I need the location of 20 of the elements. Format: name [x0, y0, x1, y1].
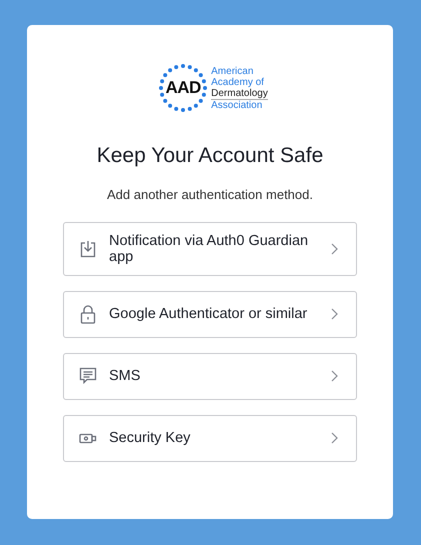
- page-title: Keep Your Account Safe: [96, 143, 324, 168]
- chevron-right-icon: [331, 308, 338, 320]
- subtitle: Add another authentication method.: [106, 186, 314, 204]
- logo-text: Association: [211, 100, 264, 110]
- chevron-right-icon: [331, 432, 338, 444]
- lock-icon: [80, 304, 96, 324]
- auth-method-button[interactable]: Security Key: [63, 414, 357, 462]
- usb-key-icon: [79, 432, 97, 444]
- logo-text: American: [211, 66, 254, 76]
- chevron-right-icon: [331, 242, 338, 255]
- auth-method-button[interactable]: Notification via Auth0 Guardian app: [63, 222, 357, 276]
- auth-method-button[interactable]: Google Authenticator or similar: [63, 290, 357, 338]
- download-icon: [80, 240, 96, 258]
- dotted-ring-icon: [158, 63, 208, 113]
- chevron-right-icon: [331, 370, 338, 382]
- logo-mark: AAD: [165, 77, 201, 100]
- message-icon: [79, 367, 97, 386]
- logo-text: Academy of: [211, 76, 264, 88]
- auth-method-button[interactable]: SMS: [63, 352, 357, 400]
- logo-text: Dermatology: [211, 88, 268, 100]
